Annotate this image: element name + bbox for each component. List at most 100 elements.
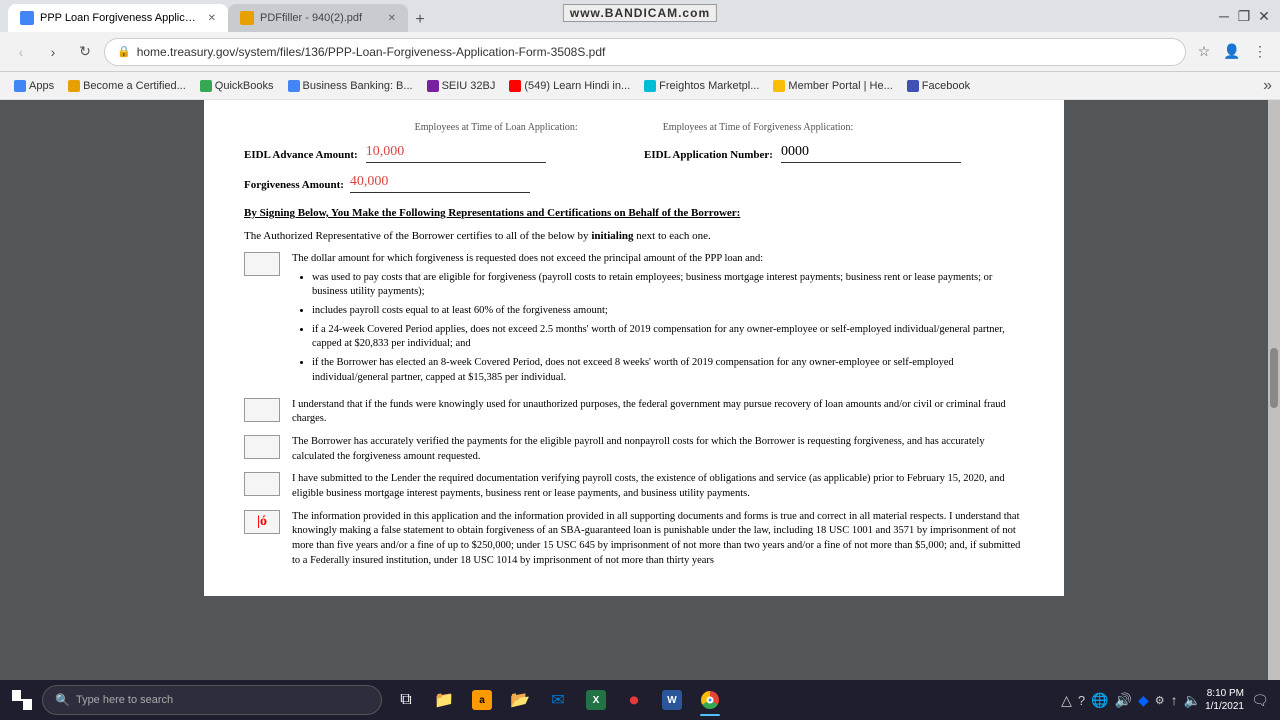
bookmark-favicon-member [773, 80, 785, 92]
mail-icon: ✉ [548, 690, 568, 710]
tab-close-2[interactable]: ✕ [388, 13, 396, 24]
system-tray: △ ? 🌐 🔊 ◆ ⚙ ↑ 🔈 [1061, 692, 1201, 709]
forward-button[interactable]: › [40, 39, 66, 65]
system-clock[interactable]: 8:10 PM 1/1/2021 [1205, 687, 1244, 713]
scroll-track[interactable] [1268, 100, 1280, 720]
forgiveness-amount-value[interactable]: 40,000 [350, 171, 530, 193]
certification-item-2: I understand that if the funds were know… [244, 398, 1024, 427]
bookmark-favicon-hindi [509, 80, 521, 92]
bookmark-apps[interactable]: Apps [8, 78, 60, 94]
tray-question-icon[interactable]: ? [1078, 693, 1085, 708]
bookmark-hindi[interactable]: (549) Learn Hindi in... [503, 78, 636, 94]
window-controls: ─ ❐ ✕ [1216, 8, 1272, 24]
bookmark-label-certified: Become a Certified... [83, 80, 186, 92]
bookmark-favicon-freightos [644, 80, 656, 92]
taskbar-search-icon: 🔍 [55, 693, 70, 707]
certification-item-4: I have submitted to the Lender the requi… [244, 472, 1024, 501]
eidl-advance-field: EIDL Advance Amount: 10,000 [244, 141, 624, 163]
profile-icon[interactable]: 👤 [1220, 40, 1244, 64]
cert-text-content-1: The dollar amount for which forgiveness … [292, 253, 763, 264]
refresh-button[interactable]: ↻ [72, 39, 98, 65]
bookmark-label-member: Member Portal | He... [788, 80, 892, 92]
certification-intro: The Authorized Representative of the Bor… [244, 228, 1024, 245]
close-button[interactable]: ✕ [1256, 8, 1272, 24]
taskview-button[interactable]: ⧉ [388, 682, 424, 718]
pdf-page: Employees at Time of Loan Application: E… [204, 100, 1064, 596]
bookmark-freightos[interactable]: Freightos Marketpl... [638, 78, 765, 94]
back-button[interactable]: ‹ [8, 39, 34, 65]
chrome-button[interactable] [692, 682, 728, 718]
cert-text-2: I understand that if the funds were know… [292, 398, 1024, 427]
word-button[interactable]: W [654, 682, 690, 718]
pdf-viewer[interactable]: Employees at Time of Loan Application: E… [0, 100, 1268, 720]
cert-box-1[interactable] [244, 252, 280, 276]
bookmark-facebook[interactable]: Facebook [901, 78, 976, 94]
amazon-button[interactable]: a [464, 682, 500, 718]
forgiveness-amount-label: Forgiveness Amount: [244, 177, 344, 194]
cert-box-3[interactable] [244, 435, 280, 459]
cert-text-4: I have submitted to the Lender the requi… [292, 472, 1024, 501]
amazon-icon: a [472, 690, 492, 710]
eidl-application-value[interactable]: 0000 [781, 141, 961, 163]
mail-button[interactable]: ✉ [540, 682, 576, 718]
tab-favicon-2 [240, 11, 254, 25]
menu-icon[interactable]: ⋮ [1248, 40, 1272, 64]
browser-window: PPP Loan Forgiveness Applicatio... ✕ PDF… [0, 0, 1280, 720]
cert-bullet-1-4: if the Borrower has elected an 8-week Co… [312, 356, 1024, 385]
start-button[interactable] [4, 682, 40, 718]
pdf-truncated-header: Employees at Time of Loan Application: E… [244, 120, 1024, 135]
tray-network-icon[interactable]: 🌐 [1091, 692, 1108, 709]
eidl-advance-value[interactable]: 10,000 [366, 141, 546, 163]
bookmarks-more-button[interactable]: » [1263, 77, 1272, 95]
cert-text-1: The dollar amount for which forgiveness … [292, 252, 1024, 390]
cert-text-5: The information provided in this applica… [292, 510, 1024, 569]
tab-inactive[interactable]: PDFfiller - 940(2).pdf ✕ [228, 4, 408, 32]
pdf-content: Employees at Time of Loan Application: E… [204, 100, 1064, 596]
file-explorer-icon: 📁 [434, 690, 454, 710]
tray-expand-icon[interactable]: △ [1061, 692, 1072, 709]
scroll-thumb[interactable] [1270, 348, 1278, 408]
windows-store-button[interactable]: 📂 [502, 682, 538, 718]
tray-speaker-icon[interactable]: 🔈 [1184, 692, 1201, 709]
cert-box-4[interactable] [244, 472, 280, 496]
bookmark-member[interactable]: Member Portal | He... [767, 78, 898, 94]
taskbar-search-text: Type here to search [76, 694, 173, 706]
certification-heading: By Signing Below, You Make the Following… [244, 205, 1024, 222]
tab-active[interactable]: PPP Loan Forgiveness Applicatio... ✕ [8, 4, 228, 32]
new-tab-button[interactable]: + [408, 8, 432, 32]
record-icon: ⏺ [624, 690, 644, 710]
bookmark-star-icon[interactable]: ☆ [1192, 40, 1216, 64]
tray-extra-icon[interactable]: ⚙ [1155, 694, 1165, 707]
cert-bullet-list-1: was used to pay costs that are eligible … [292, 271, 1024, 386]
taskbar-search[interactable]: 🔍 Type here to search [42, 685, 382, 715]
bookmark-certified[interactable]: Become a Certified... [62, 78, 192, 94]
text-cursor: |ó [257, 511, 267, 532]
notification-button[interactable]: 🗨 [1248, 688, 1272, 712]
address-bar[interactable]: 🔒 home.treasury.gov/system/files/136/PPP… [104, 38, 1186, 66]
bookmark-seiu[interactable]: SEIU 32BJ [421, 78, 502, 94]
bookmark-label-seiu: SEIU 32BJ [442, 80, 496, 92]
bookmark-quickbooks[interactable]: QuickBooks [194, 78, 280, 94]
tab-favicon-1 [20, 11, 34, 25]
cert-text-3: The Borrower has accurately verified the… [292, 435, 1024, 464]
minimize-button[interactable]: ─ [1216, 8, 1232, 24]
bookmark-label-freightos: Freightos Marketpl... [659, 80, 759, 92]
file-explorer-button[interactable]: 📁 [426, 682, 462, 718]
bookmarks-bar: Apps Become a Certified... QuickBooks Bu… [0, 72, 1280, 100]
cert-box-2[interactable] [244, 398, 280, 422]
excel-button[interactable]: X [578, 682, 614, 718]
lock-icon: 🔒 [117, 45, 131, 58]
bookmark-banking[interactable]: Business Banking: B... [282, 78, 419, 94]
maximize-button[interactable]: ❐ [1236, 8, 1252, 24]
tray-update-icon[interactable]: ↑ [1171, 692, 1178, 708]
intro-text-before: The Authorized Representative of the Bor… [244, 230, 591, 242]
cert-bullet-1-3: if a 24-week Covered Period applies, doe… [312, 323, 1024, 352]
bookmark-label-facebook: Facebook [922, 80, 970, 92]
forgiveness-amount-row: Forgiveness Amount: 40,000 [244, 171, 1024, 193]
tray-dropbox-icon[interactable]: ◆ [1138, 692, 1149, 709]
clock-time: 8:10 PM [1205, 687, 1244, 700]
record-button[interactable]: ⏺ [616, 682, 652, 718]
cert-box-5[interactable]: |ó [244, 510, 280, 534]
tab-close-1[interactable]: ✕ [208, 13, 216, 24]
tray-volume-icon[interactable]: 🔊 [1115, 692, 1132, 709]
